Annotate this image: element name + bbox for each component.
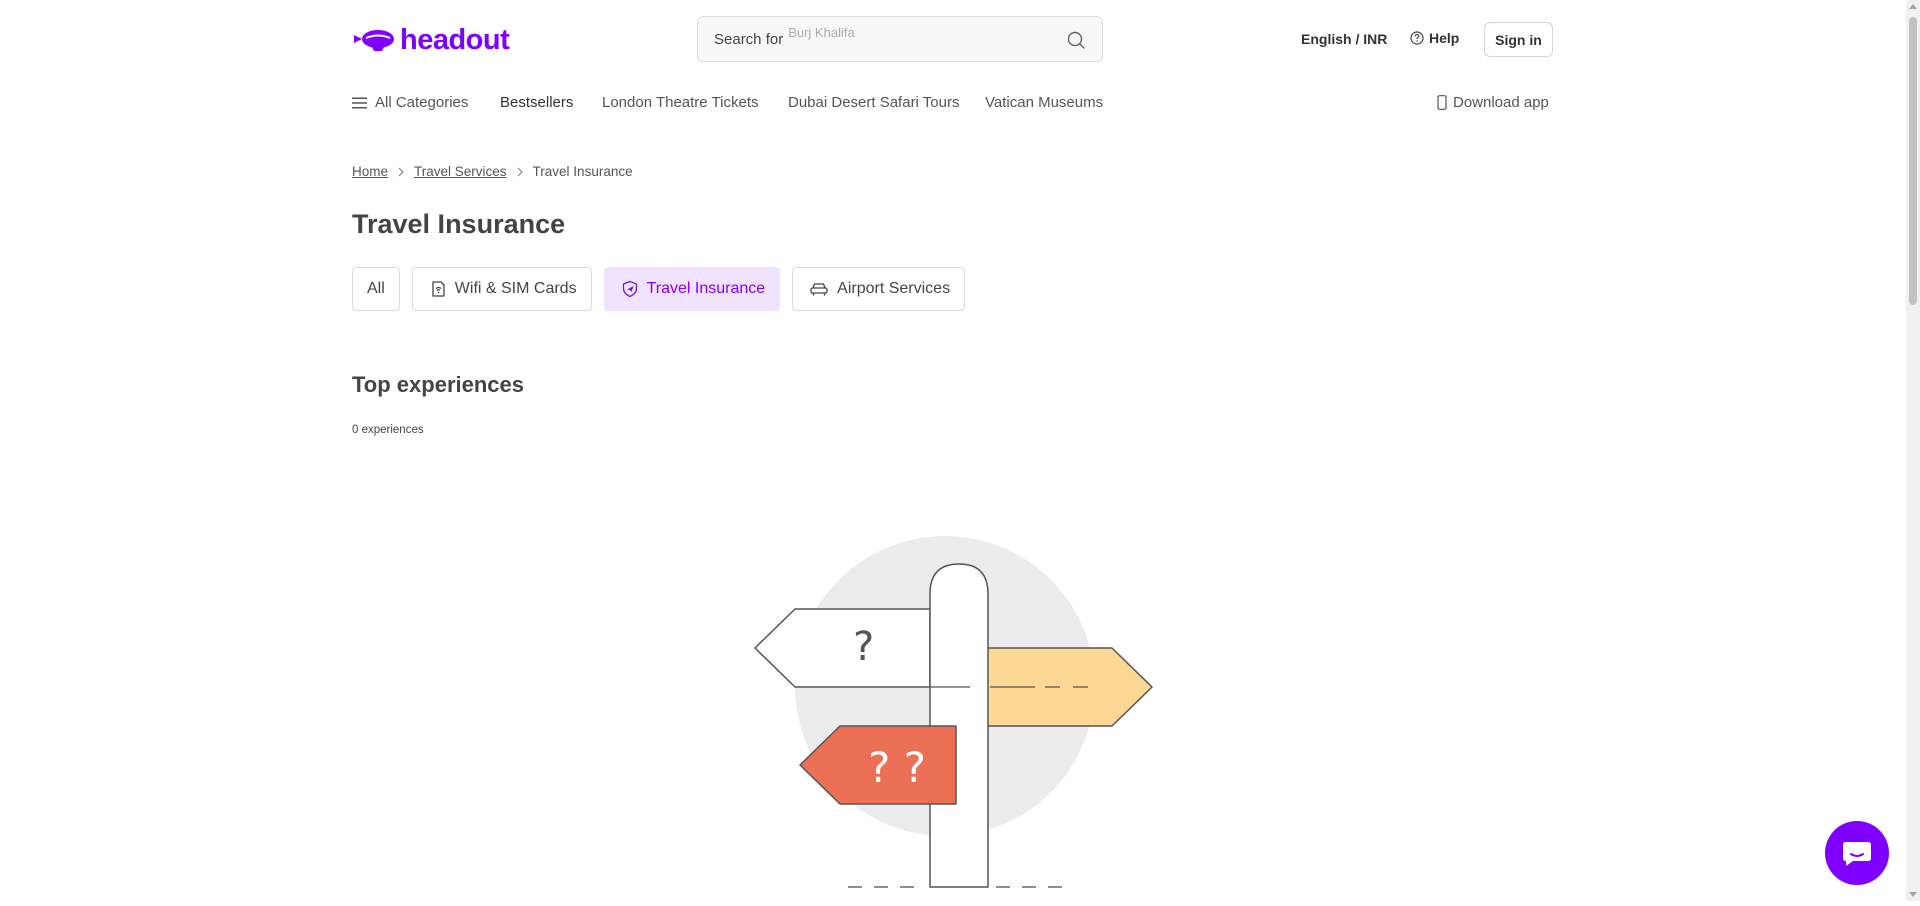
chip-travel-insurance[interactable]: Travel Insurance	[603, 267, 781, 311]
chat-support-button[interactable]	[1825, 821, 1889, 885]
download-app-link[interactable]: Download app	[1437, 94, 1549, 111]
phone-icon	[1437, 95, 1447, 110]
all-categories-label: All Categories	[375, 94, 469, 111]
nav-item-bestsellers[interactable]: Bestsellers	[500, 94, 573, 111]
chip-label: Airport Services	[837, 280, 951, 297]
signpost-illustration: ? ? ?	[754, 536, 1153, 888]
nav-item-vatican-museums[interactable]: Vatican Museums	[985, 94, 1103, 111]
chat-bubble-icon	[1843, 842, 1871, 866]
left-sign-text: ?	[853, 624, 874, 670]
chip-label: All	[367, 280, 385, 297]
bottom-sign-text: ? ?	[868, 743, 926, 792]
breadcrumb-travel-services[interactable]: Travel Services	[414, 164, 507, 179]
hamburger-menu-icon	[352, 97, 367, 108]
car-icon	[810, 283, 828, 296]
help-link[interactable]: Help	[1410, 30, 1459, 46]
scroll-down-arrow-icon[interactable]	[1909, 892, 1917, 897]
scrollbar-thumb[interactable]	[1909, 17, 1917, 305]
language-currency-selector[interactable]: English / INR	[1301, 31, 1387, 47]
empty-state-illustration: ? ? ?	[740, 520, 1160, 906]
category-chips: All Wifi & SIM Cards Travel Insurance Ai…	[352, 267, 966, 311]
section-title: Top experiences	[352, 372, 524, 397]
chip-airport-services[interactable]: Airport Services	[792, 267, 966, 311]
chevron-right-icon	[398, 167, 404, 177]
help-circle-icon	[1410, 31, 1424, 45]
search-input[interactable]: Search for Burj Khalifa	[697, 16, 1103, 62]
sign-in-button[interactable]: Sign in	[1484, 22, 1553, 57]
help-label: Help	[1429, 30, 1460, 46]
search-suggestion: Burj Khalifa	[788, 24, 855, 40]
chip-label: Travel Insurance	[646, 280, 766, 297]
blimp-logo-icon	[354, 30, 394, 51]
download-app-label: Download app	[1453, 94, 1549, 111]
headout-logo[interactable]: headout	[352, 22, 510, 58]
nav-item-london-theatre[interactable]: London Theatre Tickets	[602, 94, 759, 111]
shield-plane-icon	[622, 280, 637, 298]
chip-label: Wifi & SIM Cards	[454, 280, 577, 297]
nav-item-dubai-safari[interactable]: Dubai Desert Safari Tours	[788, 94, 959, 111]
breadcrumb: Home Travel Services Travel Insurance	[352, 164, 633, 179]
experience-count: 0 experiences	[352, 424, 424, 436]
chevron-right-icon	[517, 167, 523, 177]
logo-text: headout	[400, 23, 510, 56]
page-title: Travel Insurance	[352, 209, 566, 239]
chip-wifi-sim[interactable]: Wifi & SIM Cards	[411, 267, 592, 311]
search-prefix: Search for	[714, 30, 784, 48]
chip-all[interactable]: All	[352, 267, 400, 311]
search-icon[interactable]	[1066, 30, 1086, 50]
all-categories-menu[interactable]: All Categories	[352, 94, 468, 111]
page-scrollbar[interactable]	[1906, 0, 1920, 901]
sim-card-icon	[432, 281, 445, 297]
scroll-up-arrow-icon[interactable]	[1909, 4, 1917, 9]
breadcrumb-current: Travel Insurance	[532, 164, 633, 179]
breadcrumb-home[interactable]: Home	[352, 164, 388, 179]
